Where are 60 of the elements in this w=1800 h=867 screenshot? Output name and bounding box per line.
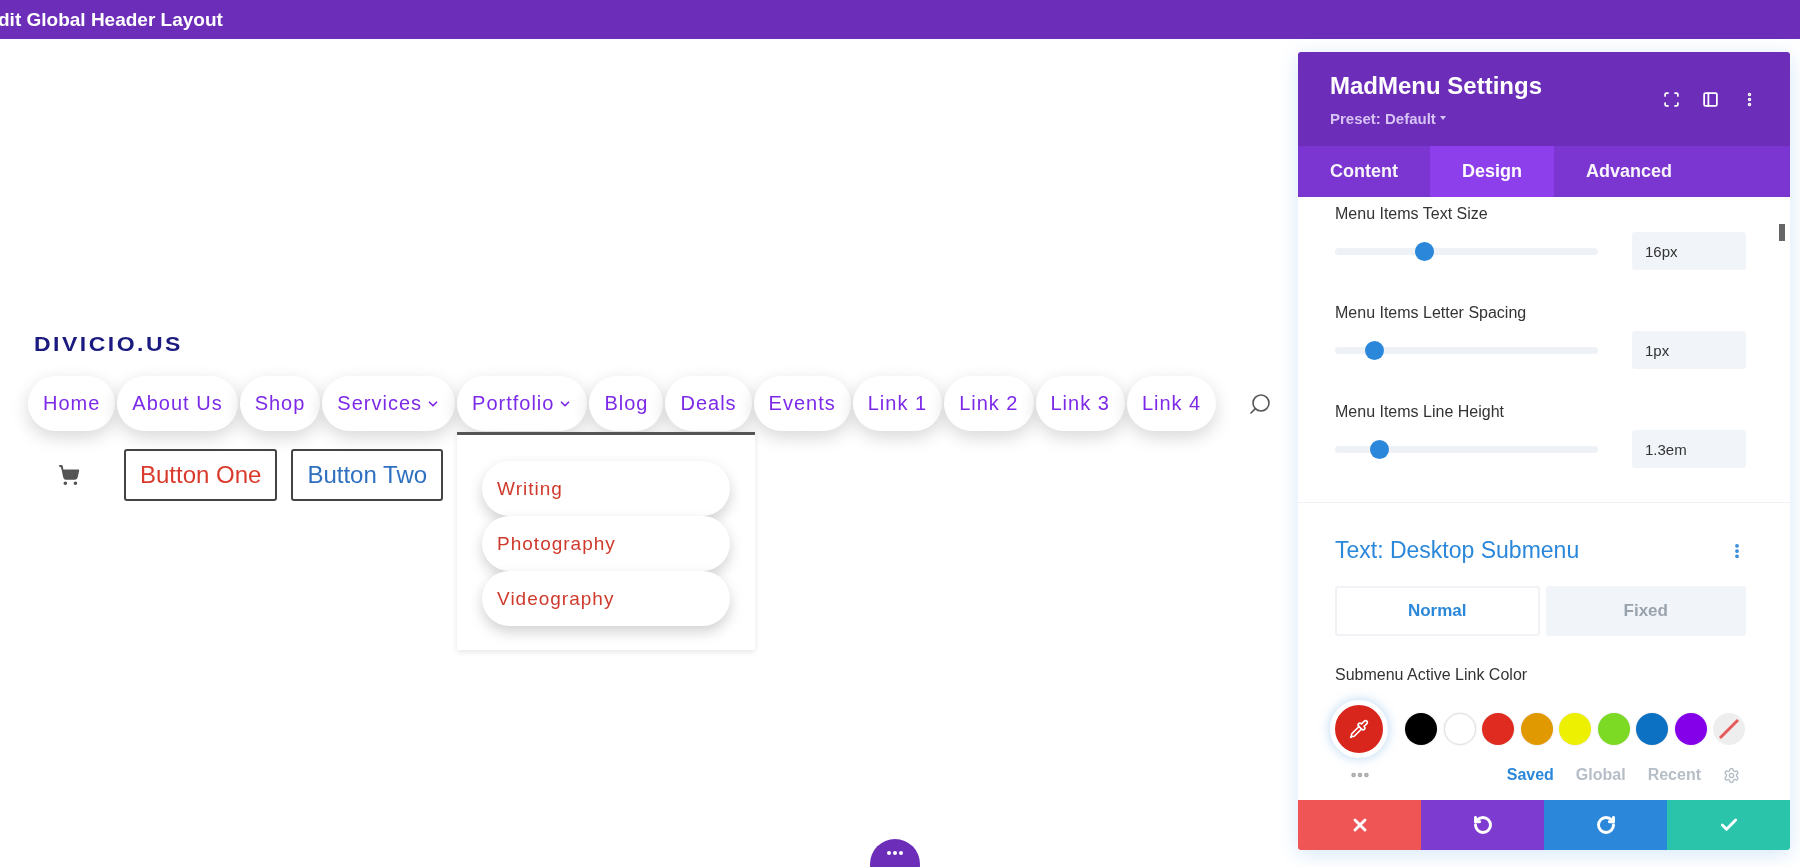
menu-item[interactable]: Blog (589, 376, 664, 431)
no-color-swatch[interactable] (1713, 713, 1745, 745)
undo-button[interactable] (1421, 800, 1544, 850)
slider-track[interactable] (1335, 439, 1598, 459)
color-swatch[interactable] (1597, 713, 1630, 745)
menu-item[interactable]: About Us (117, 376, 238, 431)
menu-item[interactable]: Home (28, 376, 116, 431)
menu-item[interactable]: Link 1 (852, 376, 943, 431)
logo[interactable]: DIVICIO.US (34, 333, 183, 356)
menu-item[interactable]: Link 3 (1035, 376, 1125, 431)
color-swatch[interactable] (1405, 713, 1437, 745)
scrollbar-thumb[interactable] (1779, 224, 1785, 241)
menu-item[interactable]: Deals (665, 376, 752, 431)
menu-item[interactable]: Services (322, 376, 456, 431)
fullscreen-icon[interactable] (1663, 90, 1680, 108)
slider-thumb[interactable] (1370, 439, 1390, 459)
preset-dropdown[interactable]: Preset: Default (1330, 109, 1542, 127)
setting-label: Menu Items Line Height (1335, 403, 1504, 421)
value-field[interactable]: 1px (1632, 331, 1746, 369)
redo-button[interactable] (1544, 800, 1667, 850)
panel-tab[interactable]: Content (1298, 146, 1430, 197)
setting-label: Submenu Active Link Color (1335, 666, 1529, 684)
menu-item[interactable]: Shop (239, 376, 321, 431)
menu-item[interactable]: Portfolio (457, 376, 588, 431)
panel-tab[interactable]: Design (1430, 146, 1554, 197)
redo-icon (1595, 815, 1616, 835)
panel-tab[interactable]: Advanced (1554, 146, 1705, 197)
header-button[interactable]: Button Two (291, 449, 444, 501)
color-swatch[interactable] (1674, 713, 1707, 745)
menu-item[interactable]: Events (753, 376, 851, 431)
cart-icon[interactable] (58, 464, 80, 486)
submenu-item[interactable]: Videography (482, 571, 731, 626)
search-icon[interactable] (1248, 391, 1273, 416)
undo-icon (1472, 815, 1493, 835)
slider-track[interactable] (1335, 241, 1598, 261)
dots-icon (887, 851, 903, 855)
value-field[interactable]: 16px (1632, 232, 1746, 270)
color-swatch[interactable] (1482, 713, 1514, 745)
eyedropper-icon (1349, 719, 1369, 739)
value-field[interactable]: 1.3em (1632, 430, 1746, 468)
settings-icon[interactable] (1723, 766, 1740, 784)
state-tab[interactable]: Normal (1335, 586, 1540, 636)
setting-label: Menu Items Text Size (1335, 205, 1488, 223)
setting-label: Menu Items Letter Spacing (1335, 304, 1527, 322)
section-title: Text: Desktop Submenu (1335, 537, 1580, 564)
header-button[interactable]: Button One (124, 449, 278, 501)
panel-layout-icon[interactable] (1702, 90, 1719, 108)
color-swatch[interactable] (1559, 713, 1591, 745)
submenu-item[interactable]: Writing (482, 461, 731, 516)
panel-title: MadMenu Settings (1330, 71, 1542, 100)
slider-thumb[interactable] (1414, 241, 1434, 261)
palette-tab[interactable]: Saved (1506, 766, 1554, 784)
slider-track[interactable] (1335, 340, 1598, 360)
menu-item[interactable]: Link 4 (1126, 376, 1217, 431)
slider-thumb[interactable] (1364, 340, 1384, 360)
menu-item[interactable]: Link 2 (944, 376, 1034, 431)
color-swatch[interactable] (1443, 713, 1476, 745)
color-swatch[interactable] (1520, 713, 1553, 745)
color-swatch[interactable] (1636, 713, 1668, 745)
submenu-item[interactable]: Photography (482, 516, 731, 571)
